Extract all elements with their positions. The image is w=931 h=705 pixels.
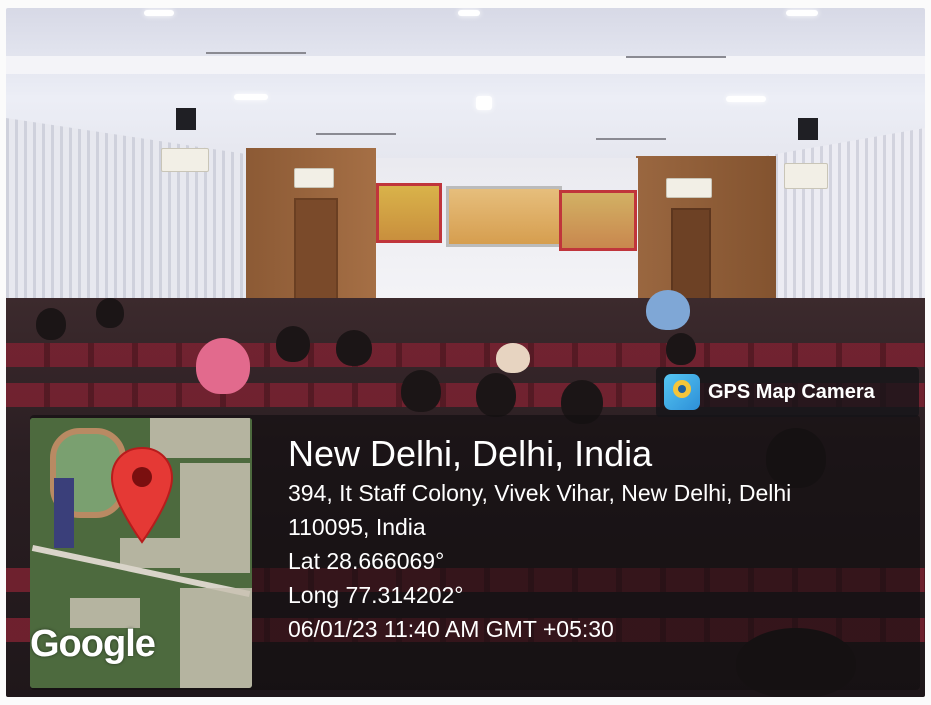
location-text-block: New Delhi, Delhi, India 394, It Staff Co… xyxy=(288,432,791,646)
left-door xyxy=(294,198,338,310)
audience-member xyxy=(36,308,66,340)
audience-member xyxy=(96,298,124,328)
audience-member xyxy=(336,330,372,366)
ceiling-fan xyxy=(626,56,726,58)
air-conditioner xyxy=(161,148,209,172)
ceiling-light xyxy=(476,96,492,110)
timestamp-text: 06/01/23 11:40 AM GMT +05:30 xyxy=(288,616,614,642)
ceiling-light xyxy=(234,94,268,100)
ceiling-fan xyxy=(316,133,396,135)
ceiling-fan xyxy=(596,138,666,140)
ceiling-light xyxy=(786,10,818,16)
ceiling xyxy=(6,8,925,158)
audience-member xyxy=(496,343,530,373)
map-buildings xyxy=(180,588,252,688)
gps-map-camera-icon xyxy=(664,374,700,410)
gps-map-camera-badge: GPS Map Camera xyxy=(656,367,919,417)
seat-row xyxy=(6,343,925,367)
wall-speaker xyxy=(798,118,818,140)
notice-board xyxy=(376,183,442,243)
gps-app-title: GPS Map Camera xyxy=(708,380,875,403)
latitude-text: Lat 28.666069° xyxy=(288,548,445,574)
map-buildings xyxy=(180,463,250,573)
audience-member xyxy=(196,338,250,394)
address-line-2: 110095, India xyxy=(288,514,426,540)
notice-board xyxy=(559,190,637,251)
ceiling-fan xyxy=(206,52,306,54)
wall-speaker xyxy=(176,108,196,130)
audience-member xyxy=(276,326,310,362)
ceiling-beam xyxy=(6,56,925,74)
audience-member xyxy=(646,290,690,330)
ceiling-light xyxy=(726,96,766,102)
air-conditioner xyxy=(666,178,712,198)
air-conditioner xyxy=(294,168,334,188)
location-city: New Delhi, Delhi, India xyxy=(288,433,653,474)
air-conditioner xyxy=(784,163,828,189)
longitude-text: Long 77.314202° xyxy=(288,582,464,608)
screenshot-frame: Google GPS Map Camera New Delhi, Delhi, … xyxy=(0,0,931,705)
ceiling-light xyxy=(458,10,480,16)
location-pin-icon xyxy=(110,446,174,544)
audience-member xyxy=(476,373,516,417)
notice-board xyxy=(446,186,562,247)
map-court xyxy=(54,478,74,548)
ceiling-light xyxy=(144,10,174,16)
audience-member xyxy=(401,370,441,412)
audience-member xyxy=(666,333,696,365)
satellite-map-thumbnail[interactable]: Google xyxy=(30,418,252,688)
address-line-1: 394, It Staff Colony, Vivek Vihar, New D… xyxy=(288,480,792,506)
google-logo: Google xyxy=(30,623,156,665)
